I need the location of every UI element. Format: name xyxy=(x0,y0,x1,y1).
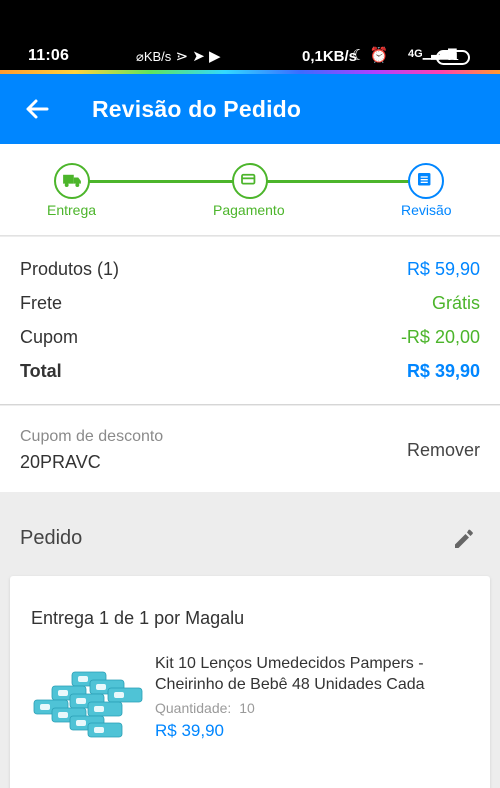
truck-icon xyxy=(63,174,81,187)
total-value: R$ 39,90 xyxy=(406,361,480,381)
products-label: Produtos (1) xyxy=(20,259,120,279)
coupon-label: Cupom xyxy=(20,327,79,347)
pencil-icon[interactable] xyxy=(450,524,478,552)
battery-level: 71 xyxy=(447,52,459,63)
alarm-icon: ⏰ xyxy=(369,47,389,64)
step-label-review: Revisão xyxy=(401,202,452,218)
coupon-row: Cupom -R$ 20,00 xyxy=(20,327,480,353)
signal-type: 4G xyxy=(408,48,423,60)
step-review-circle xyxy=(408,163,444,199)
speed-indicator: ⌀KB/s xyxy=(136,49,172,64)
battery-icon: 71 xyxy=(436,50,470,65)
shipping-row: Frete Grátis xyxy=(20,293,480,319)
status-time: 11:06 xyxy=(28,47,70,64)
network-speed: 0,1KB/s xyxy=(302,48,358,65)
status-bar: 11:06 ⌀KB/s ⋗ ➤ ▶ 0,1KB/s ☾ ⏰ 4G▁▃▅▇ 71 xyxy=(0,0,500,73)
delivery-label: Entrega 1 de 1 por Magalu xyxy=(31,608,245,628)
step-label-payment: Pagamento xyxy=(213,202,285,218)
product-image[interactable] xyxy=(32,668,144,740)
moon-icon: ☾ xyxy=(352,47,366,64)
products-value: R$ 59,90 xyxy=(406,259,480,279)
total-row: Total R$ 39,90 xyxy=(20,361,480,387)
notification-icons: ⌀KB/s ⋗ ➤ ▶ xyxy=(136,47,221,65)
send-icon: ➤ xyxy=(192,48,205,65)
fish-icon: ⋗ xyxy=(175,48,189,65)
play-store-icon: ▶ xyxy=(208,48,221,65)
order-summary: Produtos (1) R$ 59,90 Frete Grátis Cupom… xyxy=(0,237,500,405)
arrow-left-icon[interactable] xyxy=(22,94,52,124)
product-name[interactable]: Kit 10 Lenços Umedecidos Pampers - Cheir… xyxy=(155,653,475,695)
checkout-stepper: Entrega Pagamento Revisão xyxy=(0,144,500,236)
coupon-value: -R$ 20,00 xyxy=(400,327,480,347)
app-bar: Revisão do Pedido xyxy=(0,74,500,144)
coupon-field-label: Cupom de desconto xyxy=(20,428,164,445)
card-icon xyxy=(241,173,256,185)
step-payment-circle xyxy=(232,163,268,199)
status-right-icons: ☾ ⏰ xyxy=(352,46,388,64)
quantity-value: 10 xyxy=(239,700,255,716)
coupon-code: 20PRAVC xyxy=(20,452,101,472)
order-card: Entrega 1 de 1 por Magalu Kit 10 Lenços … xyxy=(10,576,490,788)
page-title: Revisão do Pedido xyxy=(92,96,302,122)
products-row: Produtos (1) R$ 59,90 xyxy=(20,259,480,285)
coupon-section: Cupom de desconto 20PRAVC Remover xyxy=(0,406,500,492)
shipping-value: Grátis xyxy=(431,293,480,313)
total-label: Total xyxy=(20,361,62,381)
step-delivery-circle xyxy=(54,163,90,199)
quantity-label: Quantidade: xyxy=(155,700,232,716)
list-icon xyxy=(418,173,431,186)
order-section-title: Pedido xyxy=(20,527,83,549)
remove-coupon-button[interactable]: Remover xyxy=(407,440,480,461)
shipping-label: Frete xyxy=(20,293,63,313)
step-label-delivery: Entrega xyxy=(47,202,97,218)
product-quantity: Quantidade: 10 xyxy=(155,700,255,716)
product-price: R$ 39,90 xyxy=(155,721,224,740)
